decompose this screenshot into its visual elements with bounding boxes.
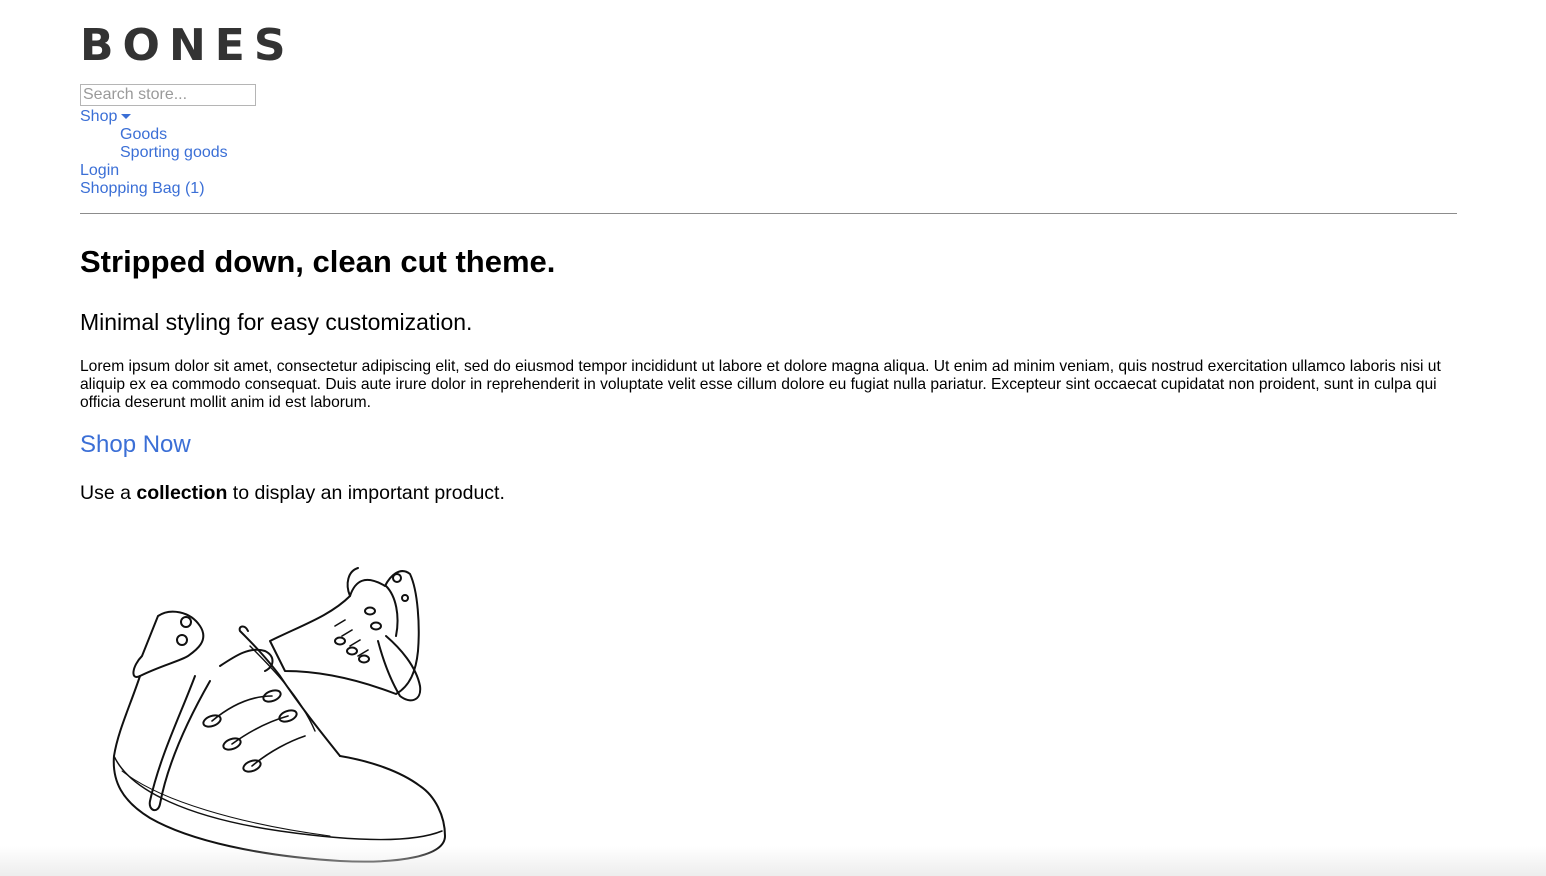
collection-note-bold: collection <box>136 482 228 504</box>
body-paragraph: Lorem ipsum dolor sit amet, consectetur … <box>80 358 1441 411</box>
search-input[interactable] <box>80 84 256 106</box>
page-subheading: Minimal styling for easy customization. <box>80 309 473 335</box>
caret-down-icon <box>121 114 132 120</box>
bottom-shadow <box>0 846 1546 876</box>
page: BONES Shop Goods Sporting goods Login Sh… <box>0 0 1546 876</box>
collection-note: Use a collection to display an important… <box>80 481 505 505</box>
page-heading: Stripped down, clean cut theme. <box>80 244 556 279</box>
main-nav: Shop Goods Sporting goods Login Shopping… <box>80 108 228 198</box>
back-shoe <box>269 567 422 702</box>
store-logo[interactable]: BONES <box>80 22 295 70</box>
nav-shopping-bag-link[interactable]: Shopping Bag (1) <box>80 180 228 198</box>
collection-note-before: Use a <box>80 482 137 504</box>
nav-shop-link[interactable]: Shop <box>80 108 228 126</box>
sneakers-illustration <box>112 567 446 863</box>
front-shoe <box>112 610 446 863</box>
nav-sub-item-sporting-goods[interactable]: Sporting goods <box>80 144 228 162</box>
nav-sub-item-goods[interactable]: Goods <box>80 126 228 144</box>
header-divider <box>80 213 1457 214</box>
collection-note-after: to display an important product. <box>227 482 505 504</box>
nav-shop-label: Shop <box>80 108 118 125</box>
nav-login-link[interactable]: Login <box>80 162 228 180</box>
shop-now-link[interactable]: Shop Now <box>80 430 191 460</box>
